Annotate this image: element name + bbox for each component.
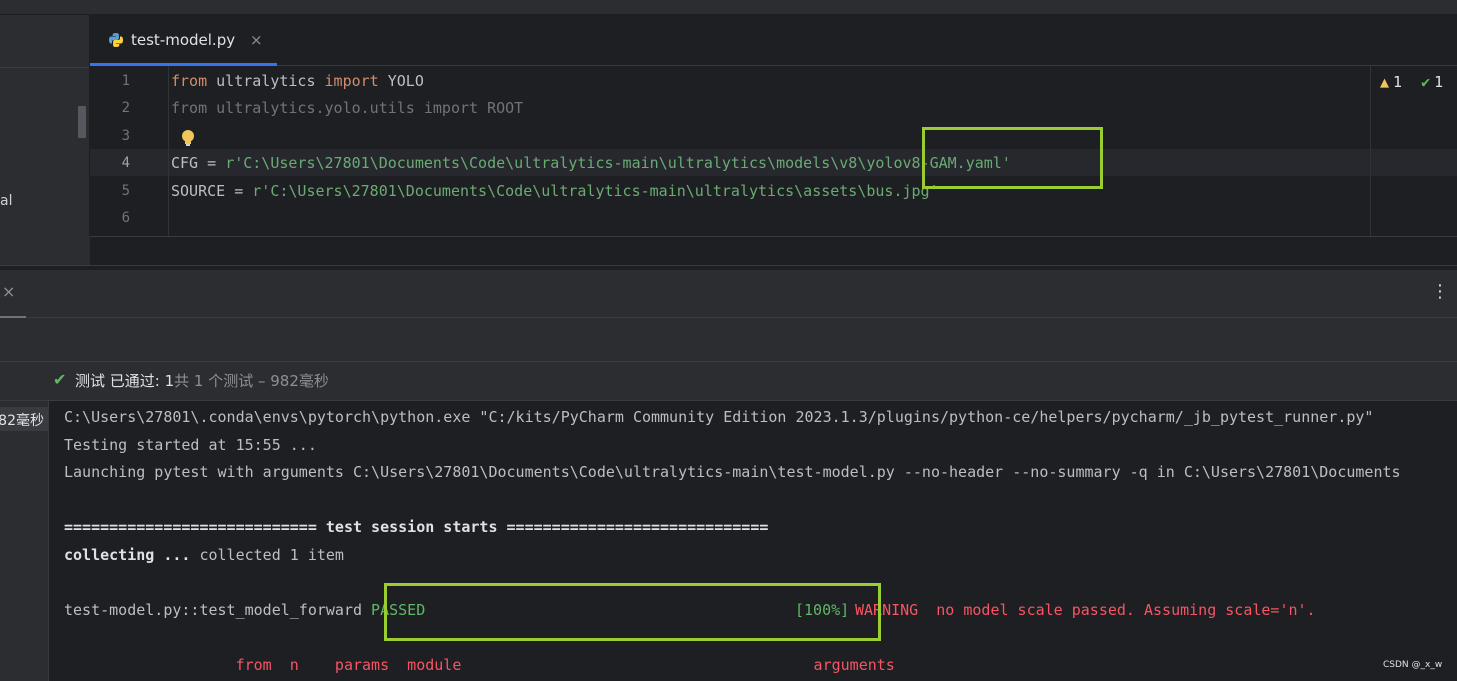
- tab-test-model[interactable]: test-model.py ×: [90, 15, 278, 66]
- project-item-label[interactable]: al: [0, 193, 12, 209]
- variable: SOURCE =: [171, 182, 253, 200]
- test-name: test-model.py::test_model_forward: [64, 601, 372, 619]
- lightbulb-icon[interactable]: [180, 129, 196, 147]
- check-icon: ✔: [53, 370, 67, 389]
- console-line: collecting ... collected 1 item: [64, 546, 344, 564]
- line-number: 4: [121, 155, 130, 171]
- test-status-text: 测试 已通过: 1共 1 个测试 – 982毫秒: [75, 370, 329, 391]
- test-status-label: 测试 已通过: 1: [75, 372, 175, 390]
- warning-count: 1: [1393, 73, 1403, 91]
- editor-tab-bar: test-model.py ×: [90, 15, 1457, 66]
- line-number: 5: [121, 183, 130, 199]
- console-line: Testing started at 15:55 ...: [64, 436, 317, 454]
- project-scrollbar[interactable]: [78, 106, 86, 138]
- highlight-box-yaml: [922, 127, 1103, 189]
- highlight-box-passed: [384, 583, 881, 641]
- variable: CFG =: [171, 154, 226, 172]
- code-line-2: from ultralytics.yolo.utils import ROOT: [171, 99, 524, 117]
- test-tree-item-label: 982毫秒: [0, 413, 44, 429]
- tab-close-icon[interactable]: ×: [250, 31, 263, 49]
- project-divider: [0, 67, 89, 68]
- line-number: 6: [121, 210, 130, 226]
- python-file-icon: [109, 33, 123, 47]
- session-header: ============================ test sessio…: [64, 518, 769, 536]
- editor-bottom-area: [90, 236, 1457, 266]
- console-line: from n params module arguments: [64, 656, 895, 674]
- more-options-icon[interactable]: ⋮: [1431, 281, 1449, 302]
- console-line: C:\Users\27801\.conda\envs\pytorch\pytho…: [64, 408, 1374, 426]
- code-editor[interactable]: 1 2 3 4 5 6 from ultralytics import YOLO…: [90, 66, 1457, 236]
- right-margin: [1370, 66, 1371, 236]
- test-status-detail: 共 1 个测试 – 982毫秒: [174, 372, 329, 390]
- watermark: CSDN @_x_w: [1383, 660, 1443, 670]
- line-number: 2: [121, 100, 130, 116]
- warning-icon: ▲: [1380, 73, 1390, 91]
- project-panel: al: [0, 15, 89, 265]
- string-literal: r'C:\Users\27801\Documents\Code\ultralyt…: [225, 154, 1011, 172]
- gutter-divider: [168, 66, 169, 236]
- console-line: ============================ test sessio…: [64, 518, 768, 536]
- run-tool-window-header: × ⋮: [0, 270, 1457, 318]
- tab-label: test-model.py: [131, 31, 236, 49]
- title-bar: [0, 0, 1457, 15]
- close-icon[interactable]: ×: [2, 282, 15, 301]
- test-tree: 982毫秒: [0, 401, 49, 681]
- project-panel-bottom: [0, 236, 90, 265]
- console-line: Launching pytest with arguments C:\Users…: [64, 463, 1401, 481]
- code-line-5: SOURCE = r'C:\Users\27801\Documents\Code…: [171, 182, 939, 200]
- collecting-label: collecting ...: [64, 546, 200, 564]
- keyword: from: [171, 72, 208, 90]
- check-icon: ✔: [1421, 73, 1431, 91]
- test-status-bar: ✔ 测试 已通过: 1共 1 个测试 – 982毫秒: [0, 362, 1457, 401]
- keyword: import: [324, 72, 379, 90]
- code-line-4: CFG = r'C:\Users\27801\Documents\Code\ul…: [171, 154, 1011, 172]
- run-toolbar: [0, 318, 1457, 362]
- warning-text: WARNING no model scale passed. Assuming …: [855, 601, 1316, 619]
- inspection-widget[interactable]: ▲ 1 ✔ 1: [1380, 73, 1443, 91]
- import-name: YOLO: [378, 72, 424, 90]
- code-line-1: from ultralytics import YOLO: [171, 72, 424, 90]
- module-name: ultralytics: [207, 72, 325, 90]
- console-line: test-model.py::test_model_forward PASSED…: [64, 601, 1316, 619]
- string-literal: r'C:\Users\27801\Documents\Code\ultralyt…: [252, 182, 939, 200]
- ok-count: 1: [1434, 73, 1444, 91]
- line-number: 3: [121, 128, 130, 144]
- collected-text: collected 1 item: [199, 546, 344, 564]
- test-tree-item[interactable]: 982毫秒: [0, 407, 48, 431]
- line-number: 1: [121, 73, 130, 89]
